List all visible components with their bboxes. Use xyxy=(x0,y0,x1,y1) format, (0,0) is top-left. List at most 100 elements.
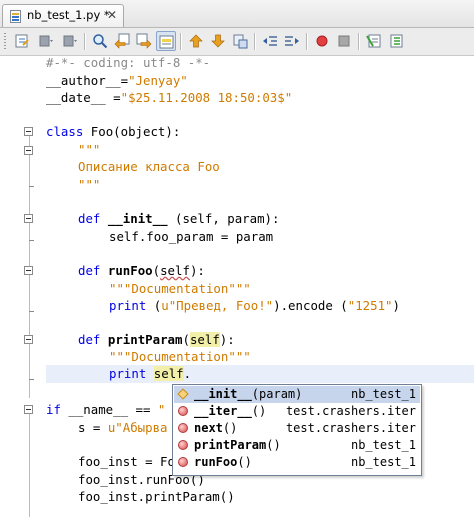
fold-end-marker xyxy=(29,311,34,312)
back-button[interactable] xyxy=(36,31,56,51)
code-token: self xyxy=(182,211,213,226)
toggle-bookmark-icon xyxy=(233,34,248,49)
keyword-token: def xyxy=(78,211,101,226)
toggle-bookmark-button[interactable] xyxy=(230,31,250,51)
comment-icon xyxy=(366,34,381,48)
back-icon xyxy=(39,35,53,47)
fold-end-marker xyxy=(29,379,34,380)
string-token: u"Абырва xyxy=(107,420,168,435)
code-token: __name__ == xyxy=(60,402,158,417)
code-token: . xyxy=(183,366,192,381)
string-token: """ xyxy=(78,177,101,192)
find-button[interactable] xyxy=(90,31,110,51)
fold-toggle-runfoo[interactable] xyxy=(24,266,33,275)
toolbar-grip[interactable] xyxy=(4,33,6,50)
fold-toggle-printparam[interactable] xyxy=(24,335,33,344)
shift-left-icon xyxy=(263,36,277,46)
completion-args: () xyxy=(251,404,267,418)
fold-line xyxy=(29,414,30,517)
keyword-token: def xyxy=(78,263,101,278)
toolbar-separator xyxy=(180,33,182,50)
string-token: "$25.11.2008 18:50:03$" xyxy=(120,90,293,105)
code-line[interactable]: """Documentation""" xyxy=(109,280,251,298)
completion-source: test.crashers.iter xyxy=(285,421,416,435)
tab-label: nb_test_1.py * xyxy=(27,8,110,22)
shift-right-button[interactable] xyxy=(282,31,302,51)
fold-toggle-main[interactable] xyxy=(24,405,33,414)
fold-toggle-docstring[interactable] xyxy=(24,146,33,155)
completion-source: test.crashers.iter xyxy=(285,404,416,418)
start-macro-button[interactable] xyxy=(312,31,332,51)
fold-toggle-init[interactable] xyxy=(24,214,33,223)
start-macro-icon xyxy=(316,35,328,47)
code-token: __author__= xyxy=(46,73,129,88)
find-next-button[interactable] xyxy=(134,31,154,51)
completion-args: () xyxy=(266,438,281,452)
next-bookmark-button[interactable] xyxy=(208,31,228,51)
code-line[interactable]: s = u"Абырва xyxy=(78,419,168,437)
code-token: ).encode ( xyxy=(273,298,348,313)
completion-source: nb_test_1 xyxy=(350,455,416,469)
code-line[interactable]: __author__="Jenyay" xyxy=(46,72,188,90)
code-line[interactable]: #-*- coding: utf-8 -*- xyxy=(46,54,210,72)
code-line[interactable]: if __name__ == " xyxy=(46,401,165,419)
find-previous-icon xyxy=(114,33,130,49)
code-line[interactable]: print (u"Превед, Foo!").encode ("1251") xyxy=(109,297,400,315)
code-line[interactable]: print self. xyxy=(109,365,191,383)
comment-button[interactable] xyxy=(364,31,384,51)
code-line[interactable]: def printParam(self): xyxy=(78,331,235,349)
method-icon xyxy=(178,457,188,467)
completion-item-runfoo[interactable]: runFoo() nb_test_1 xyxy=(174,454,420,471)
code-line[interactable]: def __init__ (self, param): xyxy=(78,210,279,228)
stop-macro-icon xyxy=(338,35,350,47)
code-token: ) xyxy=(392,298,400,313)
code-line[interactable]: __date__ ="$25.11.2008 18:50:03$" xyxy=(46,89,292,107)
code-token: ): xyxy=(189,263,205,278)
function-name-token: __init__ xyxy=(107,211,168,226)
shift-left-button[interactable] xyxy=(260,31,280,51)
keyword-token: if xyxy=(46,402,61,417)
completion-item-iter[interactable]: __iter__() test.crashers.iter xyxy=(174,403,420,420)
code-line[interactable]: foo_inst.printParam() xyxy=(78,488,235,506)
completion-name: __init__ xyxy=(194,387,252,401)
close-tab-icon[interactable]: ✕ xyxy=(107,8,117,22)
completion-signature: runFoo() xyxy=(194,454,252,471)
previous-bookmark-button[interactable] xyxy=(186,31,206,51)
code-line[interactable]: Описание класса Foo xyxy=(78,158,220,176)
method-icon xyxy=(178,406,188,416)
completion-item-init[interactable]: __init__(param) nb_test_1 xyxy=(174,386,420,403)
toggle-highlight-button[interactable] xyxy=(156,31,176,51)
string-token: u"Превед, Foo!" xyxy=(161,298,274,313)
fold-toggle-class-foo[interactable] xyxy=(24,127,33,136)
completion-args: (param) xyxy=(251,387,303,401)
code-line[interactable]: """ xyxy=(78,141,100,159)
string-token: " xyxy=(157,402,166,417)
completion-name: __iter__ xyxy=(194,404,252,418)
completion-item-printparam[interactable]: printParam() nb_test_1 xyxy=(174,437,420,454)
toolbar-separator xyxy=(84,33,86,50)
constructor-icon xyxy=(177,388,189,400)
code-line[interactable]: class Foo(object): xyxy=(46,123,180,141)
keyword-token: class xyxy=(46,124,84,139)
last-edit-button[interactable] xyxy=(12,31,32,51)
code-line[interactable]: def runFoo(self): xyxy=(78,262,205,280)
function-name-token: runFoo xyxy=(107,263,153,278)
code-line[interactable]: """Documentation""" xyxy=(109,348,251,366)
shift-right-icon xyxy=(285,36,299,46)
forward-button[interactable] xyxy=(60,31,80,51)
code-line[interactable]: foo_inst = Fo xyxy=(78,453,175,471)
code-token: Foo(object): xyxy=(83,124,181,139)
tab-nb-test-1[interactable]: nb_test_1.py * ✕ xyxy=(2,4,124,27)
code-line[interactable]: """ xyxy=(78,176,100,194)
comment-token: #-*- coding: utf-8 -*- xyxy=(46,55,211,70)
previous-bookmark-icon xyxy=(189,34,203,48)
code-line[interactable]: self.foo_param = param xyxy=(109,228,273,246)
stop-macro-button[interactable] xyxy=(334,31,354,51)
code-token: self xyxy=(109,229,139,244)
code-completion-popup: __init__(param) nb_test_1 __iter__() tes… xyxy=(172,384,422,476)
find-previous-button[interactable] xyxy=(112,31,132,51)
uncomment-button[interactable] xyxy=(386,31,406,51)
completion-item-next[interactable]: next() test.crashers.iter xyxy=(174,420,420,437)
highlighted-token: self xyxy=(189,332,220,347)
